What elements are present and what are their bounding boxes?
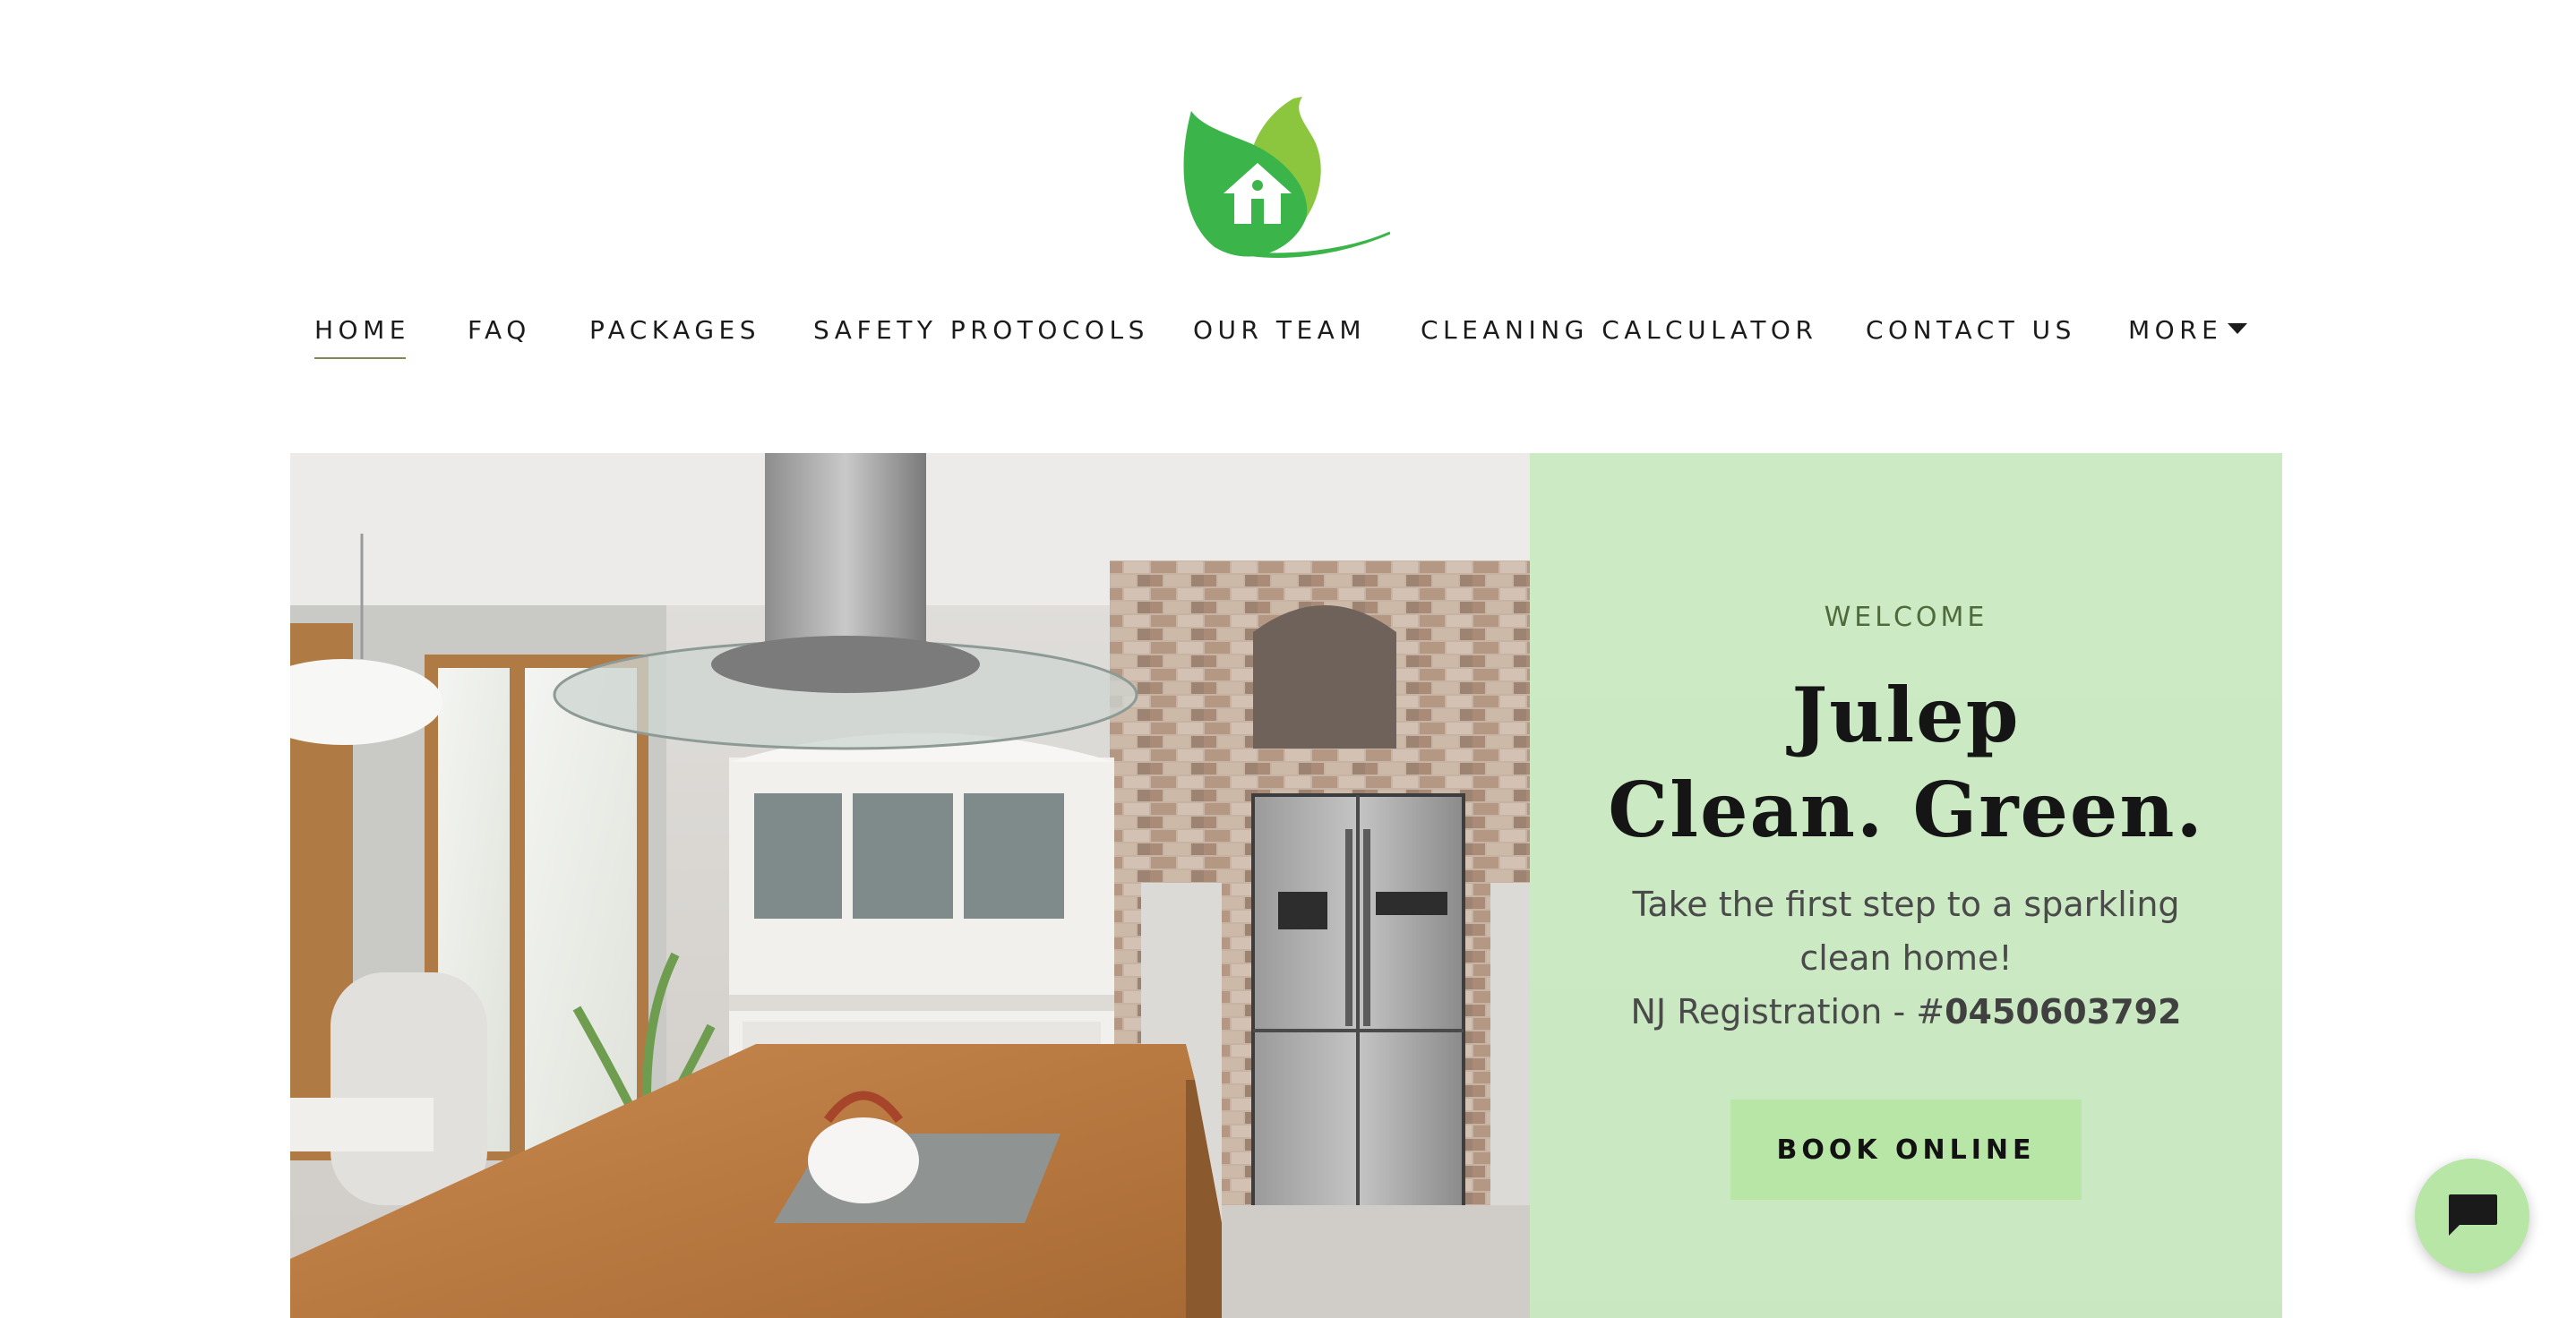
hero-section: WELCOME Julep Clean. Green. Take the fir… bbox=[290, 453, 2282, 1318]
nav-item-our-team[interactable]: OUR TEAM bbox=[1193, 315, 1366, 345]
hero-eyebrow: WELCOME bbox=[1824, 602, 1988, 633]
nav-item-more-label: MORE bbox=[2128, 315, 2223, 345]
hero-overlay-panel: WELCOME Julep Clean. Green. Take the fir… bbox=[1530, 453, 2282, 1318]
main-nav: HOME FAQ PACKAGES SAFETY PROTOCOLS OUR T… bbox=[0, 304, 2576, 376]
hero-content: WELCOME Julep Clean. Green. Take the fir… bbox=[1530, 453, 2282, 1318]
nav-item-more[interactable]: MORE bbox=[2128, 315, 2248, 345]
chat-bubble-icon bbox=[2449, 1194, 2497, 1236]
hero-tagline: Take the first step to a sparkling clean… bbox=[1632, 885, 2180, 978]
nav-item-safety-protocols[interactable]: SAFETY PROTOCOLS bbox=[813, 315, 1149, 345]
registration-number: 0450603792 bbox=[1945, 992, 2182, 1031]
brand-logo[interactable] bbox=[1179, 93, 1391, 263]
leaf-house-logo-icon bbox=[1183, 97, 1391, 258]
hero-headline-line1: Julep bbox=[1791, 671, 2021, 759]
hero-headline: Julep Clean. Green. bbox=[1530, 668, 2282, 858]
nav-item-packages[interactable]: PACKAGES bbox=[589, 315, 760, 345]
nav-item-home[interactable]: HOME bbox=[314, 315, 410, 359]
hero-headline-line2: Clean. Green. bbox=[1608, 766, 2204, 854]
nav-item-contact-us[interactable]: CONTACT US bbox=[1866, 315, 2076, 345]
chat-button[interactable] bbox=[2415, 1159, 2529, 1273]
book-online-button[interactable]: BOOK ONLINE bbox=[1730, 1100, 2082, 1200]
nav-item-cleaning-calculator[interactable]: CLEANING CALCULATOR bbox=[1421, 315, 1817, 345]
caret-down-icon bbox=[2228, 323, 2248, 334]
page: HOME FAQ PACKAGES SAFETY PROTOCOLS OUR T… bbox=[0, 0, 2576, 1318]
registration-label: NJ Registration - # bbox=[1630, 992, 1945, 1031]
nav-item-faq[interactable]: FAQ bbox=[468, 315, 531, 345]
hero-subtext: Take the first step to a sparkling clean… bbox=[1584, 877, 2228, 1039]
